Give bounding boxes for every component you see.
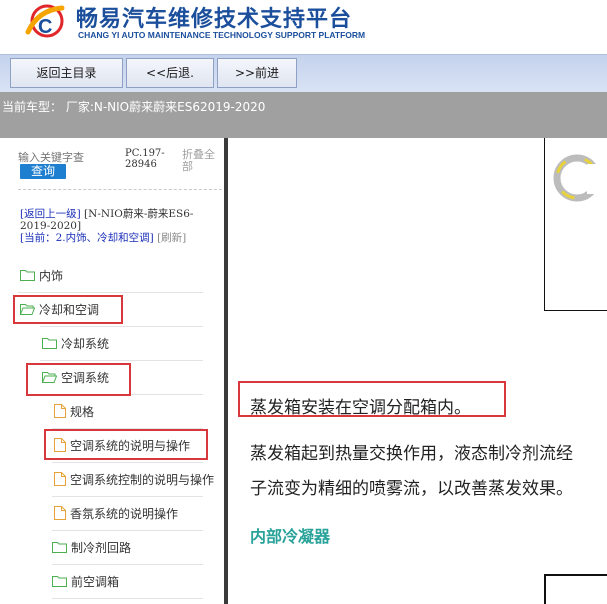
folder-icon — [52, 576, 67, 587]
diagram-image — [544, 138, 607, 311]
pc-code: PC.197-28946 — [125, 148, 165, 170]
current-crumb: [当前：2.内饰、冷却和空调] — [20, 232, 154, 244]
back-up-link[interactable]: [返回上一级] — [20, 208, 81, 220]
document-icon — [54, 472, 66, 486]
app-title: 畅易汽车维修技术支持平台 — [76, 7, 353, 32]
content-pane: 蒸发箱安装在空调分配箱内。 蒸发箱起到热量交换作用，液态制冷剂流经 子流变为精细… — [228, 138, 607, 604]
home-button[interactable]: 返回主目录 — [10, 58, 123, 88]
toolbar: 返回主目录 <<后退. >>前进 — [0, 54, 607, 93]
tree-item-specs[interactable]: 规格 — [54, 401, 94, 421]
search-button[interactable]: 查询 — [20, 164, 66, 179]
diagram-image — [544, 574, 607, 604]
back-button[interactable]: <<后退. — [126, 58, 214, 88]
paragraph: 子流变为精细的喷雾流，以改善蒸发效果。 — [250, 479, 573, 499]
tree-item-cooling-system[interactable]: 冷却系统 — [42, 333, 109, 353]
collapse-all-link[interactable]: 折叠全部 — [182, 149, 222, 173]
paragraph: 蒸发箱起到热量交换作用，液态制冷剂流经 — [250, 444, 573, 464]
watermark-logo-icon — [553, 154, 607, 202]
vehicle-bar: 当前车型： 厂家:N-NIO蔚来蔚来ES62019-2020 — [0, 92, 607, 138]
folder-icon — [52, 542, 67, 553]
section-heading: 内部冷凝器 — [250, 527, 331, 546]
tree-item-ac-control[interactable]: 空调系统控制的说明与操作 — [54, 469, 214, 489]
folder-icon — [42, 338, 57, 349]
tree-item-fragrance[interactable]: 香氛系统的说明操作 — [54, 503, 178, 523]
brand-logo-icon: C — [25, 4, 65, 38]
app-header: C 畅易汽车维修技术支持平台 CHANG YI AUTO MAINTENANCE… — [0, 0, 607, 54]
sidebar: 查询 PC.197-28946 折叠全部 [返回上一级] [N-NIO蔚来-蔚来… — [0, 138, 224, 604]
refresh-link[interactable]: [刷新] — [157, 232, 186, 244]
highlight-box — [26, 363, 131, 396]
divider — [18, 189, 222, 190]
tree-item-refrigerant-circuit[interactable]: 制冷剂回路 — [52, 537, 131, 557]
folder-icon — [20, 270, 35, 281]
svg-text:C: C — [38, 16, 52, 38]
tree-item-front-ac-box[interactable]: 前空调箱 — [52, 571, 119, 591]
vehicle-info: 当前车型： 厂家:N-NIO蔚来蔚来ES62019-2020 — [2, 100, 266, 114]
highlight-box — [13, 295, 123, 324]
search-input[interactable] — [18, 150, 122, 164]
breadcrumb: [返回上一级] [N-NIO蔚来-蔚来ES6-2019-2020] [当前：2.… — [20, 208, 220, 244]
highlight-box — [238, 381, 506, 417]
document-icon — [54, 506, 66, 520]
app-subtitle: CHANG YI AUTO MAINTENANCE TECHNOLOGY SUP… — [78, 30, 366, 40]
highlight-box — [44, 429, 208, 460]
tree-item-interior[interactable]: 内饰 — [20, 265, 63, 285]
forward-button[interactable]: >>前进 — [217, 58, 297, 88]
document-icon — [54, 404, 66, 418]
